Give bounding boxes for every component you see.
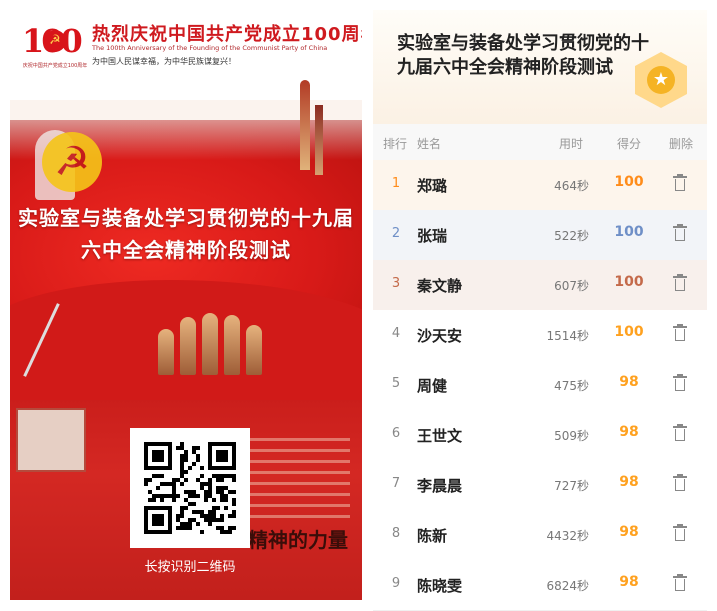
qr-code[interactable] — [130, 428, 250, 548]
column-rank: 排行 — [383, 137, 408, 151]
row-time: 4432秒 — [546, 529, 589, 543]
tower-figure-2 — [315, 105, 323, 175]
row-name: 陈新 — [417, 527, 448, 545]
row-name: 张瑞 — [417, 227, 448, 245]
quiz-title: 实验室与装备处学习贯彻党的十九届六中全会精神阶段测试 — [397, 33, 649, 78]
table-row: 6 王世文 509秒 98 — [373, 410, 707, 461]
row-name: 郑璐 — [417, 177, 448, 195]
table-row: 5 周健 475秒 98 — [373, 360, 707, 411]
row-rank: 9 — [391, 576, 401, 591]
column-time: 用时 — [559, 137, 584, 151]
row-name: 李晨晨 — [417, 477, 463, 495]
row-rank: 2 — [391, 226, 401, 241]
historic-building — [16, 408, 86, 472]
table-row: 3 秦文静 607秒 100 — [373, 260, 707, 311]
row-time: 6824秒 — [546, 579, 589, 593]
column-name: 姓名 — [417, 137, 442, 151]
trash-icon[interactable] — [671, 424, 689, 444]
row-time: 607秒 — [554, 279, 589, 293]
row-score: 100 — [614, 274, 644, 290]
row-score: 98 — [619, 574, 639, 590]
table-row: 9 陈晓雯 6824秒 98 — [373, 560, 707, 611]
table-row: 2 张瑞 522秒 100 — [373, 210, 707, 261]
row-name: 陈晓雯 — [417, 577, 463, 595]
trash-icon[interactable] — [671, 324, 689, 344]
table-row: 8 陈新 4432秒 98 — [373, 510, 707, 561]
row-name: 周健 — [417, 377, 448, 395]
row-name: 王世文 — [417, 427, 463, 445]
column-score: 得分 — [617, 137, 642, 151]
row-name: 秦文静 — [417, 277, 463, 295]
row-score: 98 — [619, 524, 639, 540]
decorative-text-lines — [250, 438, 350, 528]
party-emblem-icon: ☭ — [42, 132, 102, 192]
row-score: 98 — [619, 474, 639, 490]
logo-caption: 庆祝中国共产党成立100周年 — [22, 63, 88, 69]
trash-icon[interactable] — [671, 274, 689, 294]
table-row: 4 沙天安 1514秒 100 — [373, 310, 707, 361]
trash-icon[interactable] — [671, 474, 689, 494]
qr-code-graphic — [144, 442, 236, 534]
trash-icon[interactable] — [671, 174, 689, 194]
row-rank: 4 — [391, 326, 401, 341]
anniversary-logo: 100 ☭ — [22, 22, 88, 62]
row-rank: 8 — [391, 526, 401, 541]
trash-icon[interactable] — [671, 524, 689, 544]
trash-icon[interactable] — [671, 574, 689, 594]
table-header: 排行 姓名 用时 得分 删除 — [373, 124, 707, 160]
leaderboard-panel: 实验室与装备处学习贯彻党的十九届六中全会精神阶段测试 ★ 排行 姓名 用时 得分… — [373, 10, 707, 611]
leaderboard-header: 实验室与装备处学习贯彻党的十九届六中全会精神阶段测试 ★ — [373, 10, 707, 124]
row-time: 464秒 — [554, 179, 589, 193]
trash-icon[interactable] — [671, 374, 689, 394]
poster-image: 100 ☭ 庆祝中国共产党成立100周年 热烈庆祝中国共产党成立100周年 Th… — [10, 10, 362, 600]
hammer-sickle-icon: ☭ — [44, 30, 66, 52]
table-row: 1 郑璐 464秒 100 — [373, 160, 707, 211]
poster-slogan: 为中国人民谋幸福，为中华民族谋复兴！ — [92, 57, 236, 66]
row-time: 522秒 — [554, 229, 589, 243]
tower-figure — [300, 80, 310, 170]
row-rank: 5 — [391, 376, 401, 391]
row-score: 100 — [614, 174, 644, 190]
star-medal-icon: ★ — [635, 52, 687, 108]
row-rank: 1 — [391, 176, 401, 191]
row-rank: 6 — [391, 426, 401, 441]
poster-subtitle: The 100th Anniversary of the Founding of… — [92, 44, 328, 52]
row-rank: 3 — [391, 276, 401, 291]
row-time: 475秒 — [554, 379, 589, 393]
row-score: 100 — [614, 224, 644, 240]
poster-headline: 实验室与装备处学习贯彻党的十九届六中全会精神阶段测试 — [18, 206, 354, 262]
row-score: 100 — [614, 324, 644, 340]
row-time: 509秒 — [554, 429, 589, 443]
leaders-silhouette — [158, 305, 278, 375]
row-time: 1514秒 — [546, 329, 589, 343]
spirit-text: 精神的力量 — [248, 528, 348, 552]
trash-icon[interactable] — [671, 224, 689, 244]
row-rank: 7 — [391, 476, 401, 491]
poster-title: 热烈庆祝中国共产党成立100周年 — [92, 24, 362, 45]
column-delete: 删除 — [669, 137, 694, 151]
row-score: 98 — [619, 424, 639, 440]
table-row: 7 李晨晨 727秒 98 — [373, 460, 707, 511]
qr-caption: 长按识别二维码 — [144, 560, 236, 575]
row-name: 沙天安 — [417, 327, 463, 345]
row-time: 727秒 — [554, 479, 589, 493]
row-score: 98 — [619, 374, 639, 390]
